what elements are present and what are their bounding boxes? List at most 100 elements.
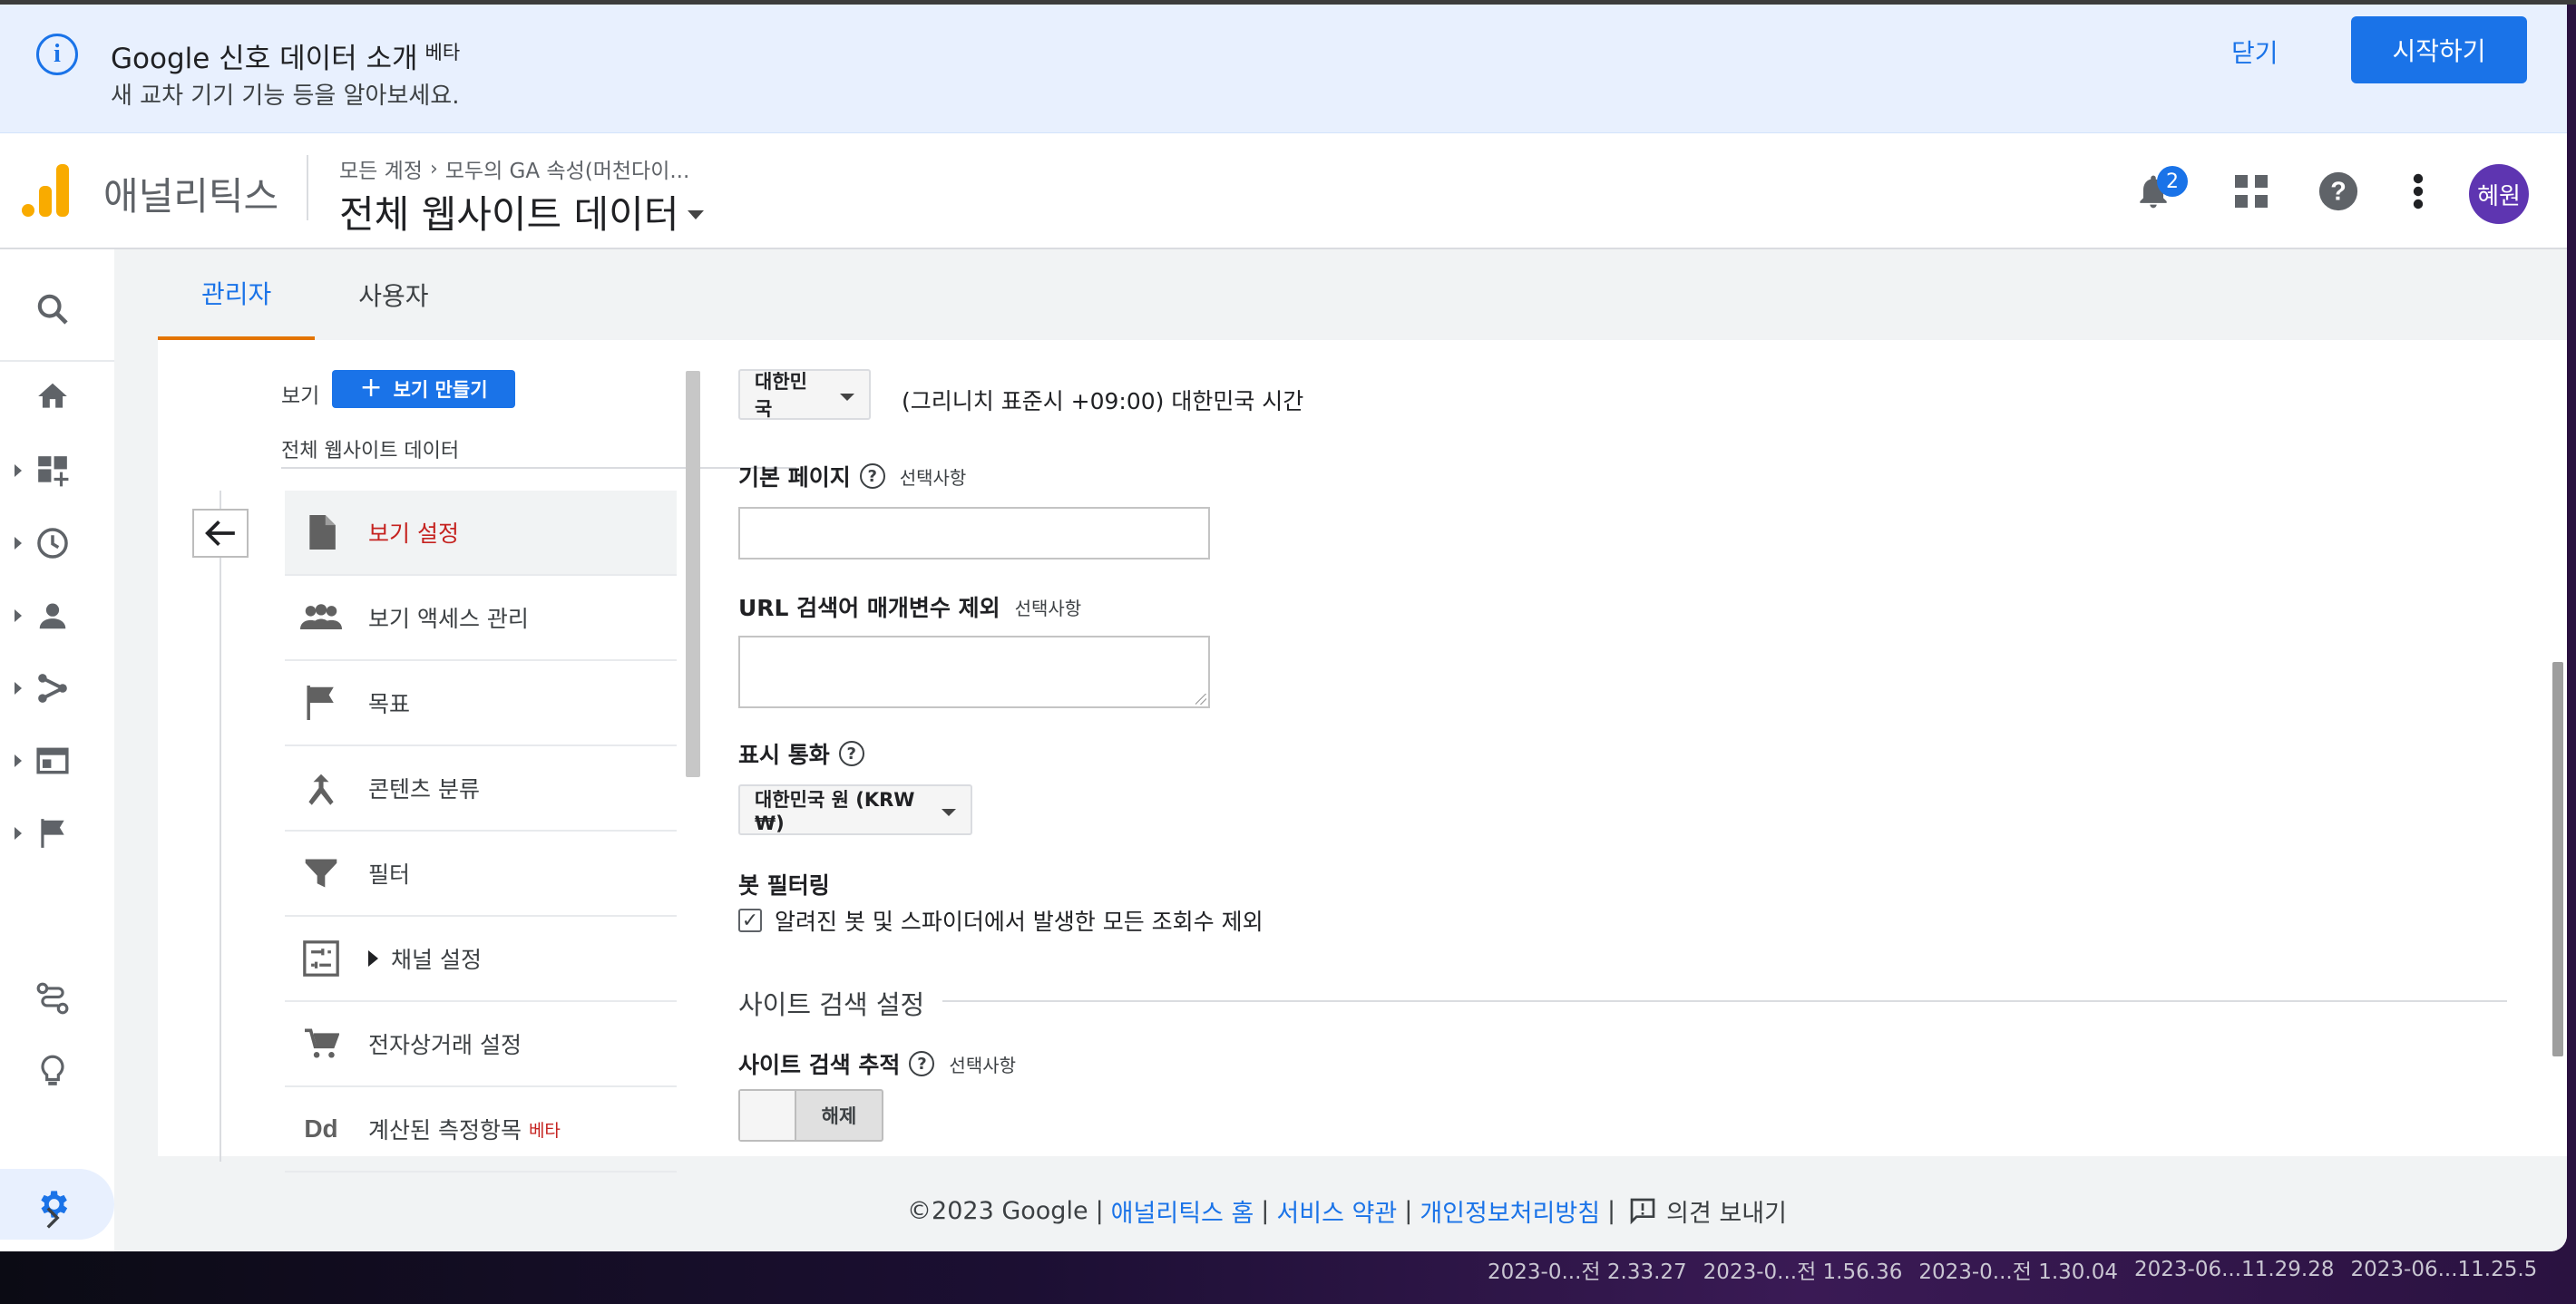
resize-grip-icon[interactable] bbox=[1195, 694, 1206, 705]
optional-label: 선택사항 bbox=[899, 466, 967, 489]
tab-admin[interactable]: 관리자 bbox=[158, 249, 316, 340]
bot-filtering-label: 봇 필터링 bbox=[738, 872, 830, 899]
clock-realtime-icon[interactable] bbox=[27, 518, 78, 569]
banner-close-button[interactable]: 닫기 bbox=[2213, 28, 2297, 79]
app-name: 애널리틱스 bbox=[103, 174, 279, 219]
menu-item-content-grouping[interactable]: 콘텐츠 분류 bbox=[285, 746, 677, 832]
view-settings-form: 대한민국 (그리니치 표준시 +09:00) 대한민국 시간 기본 페이지 ? … bbox=[738, 340, 2534, 1156]
menu-item-ecommerce-settings[interactable]: 전자상거래 설정 bbox=[285, 1002, 677, 1087]
help-question-icon[interactable]: ? bbox=[838, 741, 864, 766]
footer-link-terms[interactable]: 서비스 약관 bbox=[1276, 1193, 1397, 1229]
footer-separator: | bbox=[1607, 1196, 1616, 1225]
default-page-label-text: 기본 페이지 bbox=[738, 464, 851, 491]
desktop-file[interactable]: 2023-0...전 1.30.04 bbox=[1918, 1254, 2118, 1285]
desktop-file[interactable]: 2023-06...11.25.5 bbox=[2350, 1258, 2537, 1281]
url-exclude-textarea[interactable] bbox=[738, 636, 1210, 708]
footer-link-analytics-home[interactable]: 애널리틱스 홈 bbox=[1111, 1193, 1254, 1229]
expand-arrow-icon[interactable] bbox=[15, 537, 22, 550]
menu-item-view-settings[interactable]: 보기 설정 bbox=[285, 491, 677, 576]
expand-arrow-icon[interactable] bbox=[15, 609, 22, 622]
avatar[interactable]: 혜원 bbox=[2469, 164, 2529, 224]
caret-down-icon bbox=[942, 809, 956, 816]
breadcrumb[interactable]: 모든 계정 › 모두의 GA 속성(머천다이... bbox=[339, 153, 689, 184]
bot-filtering-checkbox[interactable]: ✓ bbox=[738, 909, 762, 932]
toggle-state-label: 해제 bbox=[821, 1105, 857, 1127]
default-page-input[interactable] bbox=[738, 507, 1210, 560]
info-icon: i bbox=[36, 34, 78, 75]
menu-item-label-wrap: 채널 설정 bbox=[368, 942, 482, 975]
view-title: 전체 웹사이트 데이터 bbox=[339, 192, 679, 237]
back-button[interactable] bbox=[192, 509, 249, 558]
breadcrumb-account[interactable]: 모든 계정 bbox=[339, 153, 423, 184]
menu-scrollbar[interactable] bbox=[686, 371, 700, 777]
footer-separator: | bbox=[1095, 1196, 1104, 1225]
beta-label: 베타 bbox=[528, 1120, 561, 1141]
tab-user[interactable]: 사용자 bbox=[315, 249, 472, 340]
flag-icon bbox=[285, 686, 357, 720]
menu-item-calculated-metrics[interactable]: Dd 계산된 측정항목 베타 bbox=[285, 1087, 677, 1173]
url-exclude-label: URL 검색어 매개변수 제외 선택사항 bbox=[738, 590, 1081, 623]
send-feedback-button[interactable]: 의견 보내기 bbox=[1628, 1193, 1787, 1229]
acquisition-icon[interactable] bbox=[27, 663, 78, 714]
behavior-window-icon[interactable] bbox=[27, 735, 78, 786]
apps-grid-icon[interactable] bbox=[2226, 166, 2277, 217]
view-name-underline bbox=[281, 467, 796, 469]
toggle-knob bbox=[740, 1091, 796, 1140]
footer-link-privacy[interactable]: 개인정보처리방침 bbox=[1420, 1193, 1600, 1229]
menu-item-view-access[interactable]: 보기 액세스 관리 bbox=[285, 576, 677, 661]
site-search-toggle[interactable]: 해제 bbox=[738, 1089, 883, 1142]
info-banner: i Google 신호 데이터 소개 베타 새 교차 기기 기능 등을 알아보세요… bbox=[0, 5, 2567, 133]
desktop-file[interactable]: 2023-06...11.29.28 bbox=[2134, 1258, 2334, 1281]
header-divider bbox=[307, 155, 308, 220]
section-divider bbox=[738, 1000, 2507, 1002]
expand-arrow-icon[interactable] bbox=[15, 754, 22, 767]
banner-subtitle: 새 교차 기기 기능 등을 알아보세요. bbox=[111, 83, 460, 110]
desktop-file[interactable]: 2023-0...전 1.56.36 bbox=[1703, 1254, 1903, 1285]
customization-dashboard-icon[interactable] bbox=[27, 445, 78, 496]
menu-item-filters[interactable]: 필터 bbox=[285, 832, 677, 917]
home-icon[interactable] bbox=[27, 371, 78, 422]
menu-item-label: 채널 설정 bbox=[391, 947, 482, 973]
currency-select-value: 대한민국 원 (KRW ₩) bbox=[755, 789, 915, 834]
banner-start-button[interactable]: 시작하기 bbox=[2351, 16, 2527, 83]
menu-item-label: 목표 bbox=[368, 691, 411, 717]
optional-label: 선택사항 bbox=[1014, 597, 1082, 619]
expand-arrow-icon[interactable] bbox=[15, 464, 22, 477]
attribution-path-icon[interactable] bbox=[27, 973, 78, 1024]
expand-arrow-icon[interactable] bbox=[15, 682, 22, 695]
browser-window: i Google 신호 데이터 소개 베타 새 교차 기기 기능 등을 알아보세요… bbox=[0, 5, 2567, 1251]
beta-label: 베타 bbox=[424, 42, 461, 63]
expand-triangle-icon[interactable] bbox=[368, 950, 378, 967]
help-question-icon[interactable]: ? bbox=[909, 1051, 935, 1076]
search-icon[interactable] bbox=[27, 284, 78, 335]
nav-divider bbox=[0, 360, 114, 362]
banner-title-text: Google 신호 데이터 소개 bbox=[111, 43, 418, 75]
menu-item-label: 필터 bbox=[368, 861, 411, 888]
currency-select[interactable]: 대한민국 원 (KRW ₩) bbox=[738, 784, 972, 835]
person-audience-icon[interactable] bbox=[27, 590, 78, 641]
lightbulb-insights-icon[interactable] bbox=[27, 1046, 78, 1096]
merge-icon bbox=[285, 771, 357, 805]
help-icon[interactable]: ? bbox=[2313, 166, 2364, 217]
channel-icon bbox=[285, 940, 357, 977]
country-select[interactable]: 대한민국 bbox=[738, 369, 871, 420]
menu-item-channel-settings[interactable]: 채널 설정 bbox=[285, 917, 677, 1002]
country-select-value: 대한민국 bbox=[755, 371, 807, 420]
breadcrumb-property[interactable]: 모두의 GA 속성(머천다이... bbox=[445, 153, 690, 184]
filter-icon bbox=[285, 857, 357, 890]
page-scrollbar-thumb[interactable] bbox=[2552, 662, 2563, 1056]
view-selector[interactable]: 전체 웹사이트 데이터 bbox=[339, 184, 705, 239]
analytics-logo-icon[interactable] bbox=[22, 162, 69, 217]
caret-down-icon bbox=[688, 209, 705, 219]
menu-item-goals[interactable]: 목표 bbox=[285, 661, 677, 746]
desktop-file[interactable]: 2023-0...전 2.33.27 bbox=[1488, 1254, 1687, 1285]
footer-separator: | bbox=[1261, 1196, 1270, 1225]
caret-down-icon bbox=[840, 394, 854, 401]
expand-arrow-icon[interactable] bbox=[15, 827, 22, 840]
view-name-dropdown[interactable]: 전체 웹사이트 데이터 bbox=[281, 434, 459, 463]
conversions-flag-icon[interactable] bbox=[27, 808, 78, 859]
site-search-tracking-label: 사이트 검색 추적 ? 선택사항 bbox=[738, 1047, 1016, 1080]
help-question-icon[interactable]: ? bbox=[859, 463, 885, 489]
make-view-button[interactable]: + 보기 만들기 bbox=[332, 370, 515, 408]
more-vert-icon[interactable] bbox=[2393, 166, 2444, 217]
